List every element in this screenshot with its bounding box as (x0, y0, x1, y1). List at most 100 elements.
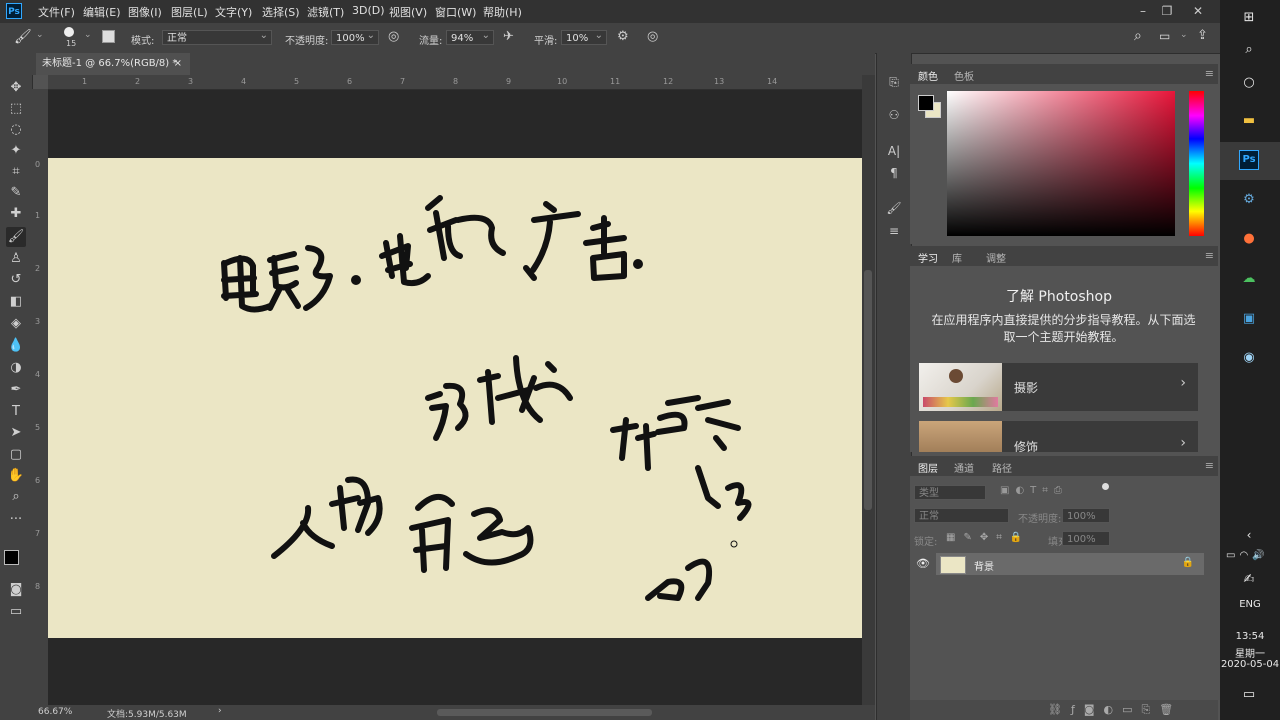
lasso-tool-icon[interactable]: ◌ (6, 120, 26, 140)
healing-brush-icon[interactable]: ✚ (6, 204, 26, 224)
search-icon[interactable]: ⌕ (1134, 28, 1142, 44)
menu-file[interactable]: 文件(F) (38, 4, 75, 20)
crop-tool-icon[interactable]: ⌗ (6, 162, 26, 182)
share-icon[interactable]: ⇪ (1197, 28, 1208, 43)
quick-mask-icon[interactable]: ◙ (6, 580, 26, 600)
flow-input[interactable]: 94% (446, 28, 494, 45)
move-tool-icon[interactable]: ✥ (6, 78, 26, 98)
type-tool-icon[interactable]: T (6, 402, 26, 422)
brush-preview-icon[interactable] (64, 27, 74, 37)
file-explorer-icon[interactable]: ▬ (1239, 111, 1259, 131)
eye-icon[interactable]: 👁 (916, 557, 930, 570)
layer-filter-select[interactable]: 类型 (914, 485, 986, 500)
smoothing-input[interactable]: 10% (561, 28, 607, 45)
layer-filter-icons[interactable]: ▣◐T⌗⎙ (1000, 485, 1068, 496)
panel-menu-icon[interactable]: ≡ (1205, 67, 1214, 80)
dodge-tool-icon[interactable]: ◑ (6, 358, 26, 378)
tab-close-icon[interactable]: × (174, 53, 182, 75)
close-icon[interactable]: ✕ (1183, 2, 1213, 20)
horizontal-scrollbar[interactable] (437, 709, 652, 716)
brush-tool-icon[interactable]: 🖌 (14, 29, 32, 45)
properties-panel-icon[interactable]: ⚇ (885, 106, 903, 124)
menu-image[interactable]: 图像(I) (128, 4, 162, 20)
tray-icons[interactable]: ▭◠🔊 (1226, 550, 1269, 561)
task-view-icon[interactable]: ○ (1239, 73, 1259, 93)
hand-tool-icon[interactable]: ✋ (6, 466, 26, 486)
menu-3d[interactable]: 3D(D) (352, 4, 385, 17)
marquee-tool-icon[interactable]: ⬚ (6, 99, 26, 119)
blend-mode-select[interactable]: 正常 (914, 508, 1009, 523)
history-panel-icon[interactable]: ⎘ (885, 73, 903, 91)
menu-view[interactable]: 视图(V) (389, 4, 427, 20)
language-indicator[interactable]: ENG (1220, 599, 1280, 610)
document-canvas[interactable] (48, 158, 862, 638)
chevron-down-icon[interactable]: ⌄ (84, 30, 92, 40)
tab-color[interactable]: 颜色 (918, 68, 938, 83)
tab-adjustments[interactable]: 调整 (986, 250, 1006, 265)
steam-icon[interactable]: ⚙ (1239, 190, 1259, 210)
zoom-tool-icon[interactable]: ⌕ (6, 487, 26, 507)
character-panel-icon[interactable]: A| (885, 142, 903, 160)
blur-tool-icon[interactable]: 💧 (6, 336, 26, 356)
eyedropper-icon[interactable]: ✎ (6, 183, 26, 203)
paint-bucket-icon[interactable]: ◈ (6, 314, 26, 334)
panel-menu-icon[interactable]: ≡ (1205, 459, 1214, 472)
learn-card-photography[interactable]: 摄影 › (919, 363, 1198, 411)
layer-action-icons[interactable]: ⛓ƒ◙◐▭⎘🗑 (1048, 703, 1182, 717)
pressure-opacity-icon[interactable]: ◎ (388, 29, 399, 44)
notification-icon[interactable]: ▭ (1239, 685, 1259, 705)
lock-icons[interactable]: ▦✎✥⌗🔒 (946, 532, 1030, 543)
clock-time[interactable]: 13:54 (1220, 631, 1280, 642)
status-menu-arrow[interactable]: › (218, 706, 222, 716)
scrollbar-thumb[interactable] (864, 270, 872, 510)
brush-tool-icon[interactable]: 🖌 (6, 227, 26, 247)
menu-layer[interactable]: 图层(L) (171, 4, 208, 20)
chevron-down-icon[interactable]: ⌄ (1180, 30, 1188, 40)
opacity-input[interactable]: 100% (331, 28, 379, 45)
layer-opacity-input[interactable]: 100% (1062, 508, 1110, 523)
tab-paths[interactable]: 路径 (992, 460, 1012, 475)
firefox-icon[interactable]: ● (1239, 229, 1259, 249)
hue-slider[interactable] (1189, 91, 1204, 236)
app-icon-2[interactable]: ◉ (1239, 348, 1259, 368)
layer-row-background[interactable]: 👁 背景 🔒 (916, 553, 1204, 575)
chevron-left-icon[interactable]: ‹ (1239, 525, 1259, 545)
fill-input[interactable]: 100% (1062, 531, 1110, 546)
shape-tool-icon[interactable]: ▢ (6, 445, 26, 465)
brush-settings-icon[interactable] (102, 30, 115, 43)
airbrush-icon[interactable]: ✈ (503, 29, 514, 44)
menu-window[interactable]: 窗口(W) (435, 4, 476, 20)
tab-libraries[interactable]: 库 (952, 250, 962, 265)
tab-learn[interactable]: 学习 (918, 250, 938, 265)
brush-settings-panel-icon[interactable]: 🖌 (885, 199, 903, 217)
pen-tool-icon[interactable]: ✒ (6, 380, 26, 400)
filter-toggle-icon[interactable] (1102, 483, 1109, 490)
tab-layers[interactable]: 图层 (918, 460, 938, 475)
chevron-down-icon[interactable]: ⌄ (36, 30, 44, 40)
stamp-tool-icon[interactable]: ♙ (6, 249, 26, 269)
paragraph-panel-icon[interactable]: ¶ (885, 164, 903, 182)
pen-icon[interactable]: ✍ (1239, 570, 1259, 590)
learn-card-retouch[interactable]: 修饰 › (919, 421, 1198, 452)
menu-edit[interactable]: 编辑(E) (83, 4, 121, 20)
search-icon[interactable]: ⌕ (1239, 40, 1259, 60)
wechat-icon[interactable]: ☁ (1239, 269, 1259, 289)
restore-icon[interactable]: ❐ (1152, 2, 1182, 20)
adjustments-panel-icon[interactable]: ≡ (885, 222, 903, 240)
photoshop-taskbar-icon[interactable]: Ps (1239, 150, 1259, 170)
zoom-level[interactable]: 66.67% (38, 707, 72, 717)
menu-type[interactable]: 文字(Y) (215, 4, 252, 20)
eraser-icon[interactable]: ◧ (6, 292, 26, 312)
tab-channels[interactable]: 通道 (954, 460, 974, 475)
workspace-icon[interactable]: ▭ (1159, 29, 1170, 43)
path-select-icon[interactable]: ➤ (6, 423, 26, 443)
tab-swatches[interactable]: 色板 (954, 68, 974, 83)
app-icon[interactable]: ▣ (1239, 309, 1259, 329)
more-tools-icon[interactable]: ··· (6, 510, 26, 530)
screen-mode-icon[interactable]: ▭ (6, 602, 26, 622)
menu-filter[interactable]: 滤镜(T) (307, 4, 344, 20)
magic-wand-icon[interactable]: ✦ (6, 141, 26, 161)
panel-menu-icon[interactable]: ≡ (1205, 249, 1214, 262)
color-picker-field[interactable] (947, 91, 1175, 236)
menu-help[interactable]: 帮助(H) (483, 4, 522, 20)
